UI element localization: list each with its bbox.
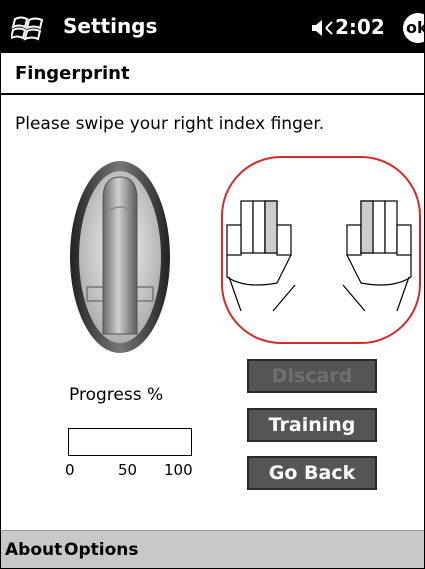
right-hand-icon[interactable] — [331, 199, 413, 317]
left-hand-icon[interactable] — [225, 199, 307, 317]
progress-tick-100: 100 — [164, 461, 193, 479]
finger-sensor-icon — [70, 161, 170, 353]
menu-bar: About Options — [1, 530, 424, 568]
windows-flag-icon[interactable] — [11, 11, 47, 45]
about-menu[interactable]: About — [5, 540, 62, 560]
instruction-text: Please swipe your right index finger. — [15, 114, 325, 134]
go-back-button[interactable]: Go Back — [247, 456, 377, 490]
device-screen: Settings 2:02 ok Fingerprint Please swip… — [0, 0, 425, 569]
options-menu[interactable]: Options — [64, 540, 138, 560]
progress-tick-0: 0 — [65, 461, 75, 479]
page-header: Fingerprint — [1, 53, 424, 95]
speaker-icon[interactable] — [310, 19, 336, 37]
discard-button[interactable]: Discard — [247, 359, 377, 393]
training-button[interactable]: Training — [247, 408, 377, 442]
progress-tick-50: 50 — [118, 461, 138, 479]
page-title: Fingerprint — [15, 63, 130, 84]
title-bar: Settings 2:02 ok — [1, 1, 424, 53]
progress-bar — [68, 428, 192, 456]
ok-button[interactable]: ok — [403, 13, 424, 43]
progress-label: Progress % — [69, 385, 164, 405]
app-title: Settings — [63, 14, 158, 38]
clock[interactable]: 2:02 — [335, 15, 385, 39]
